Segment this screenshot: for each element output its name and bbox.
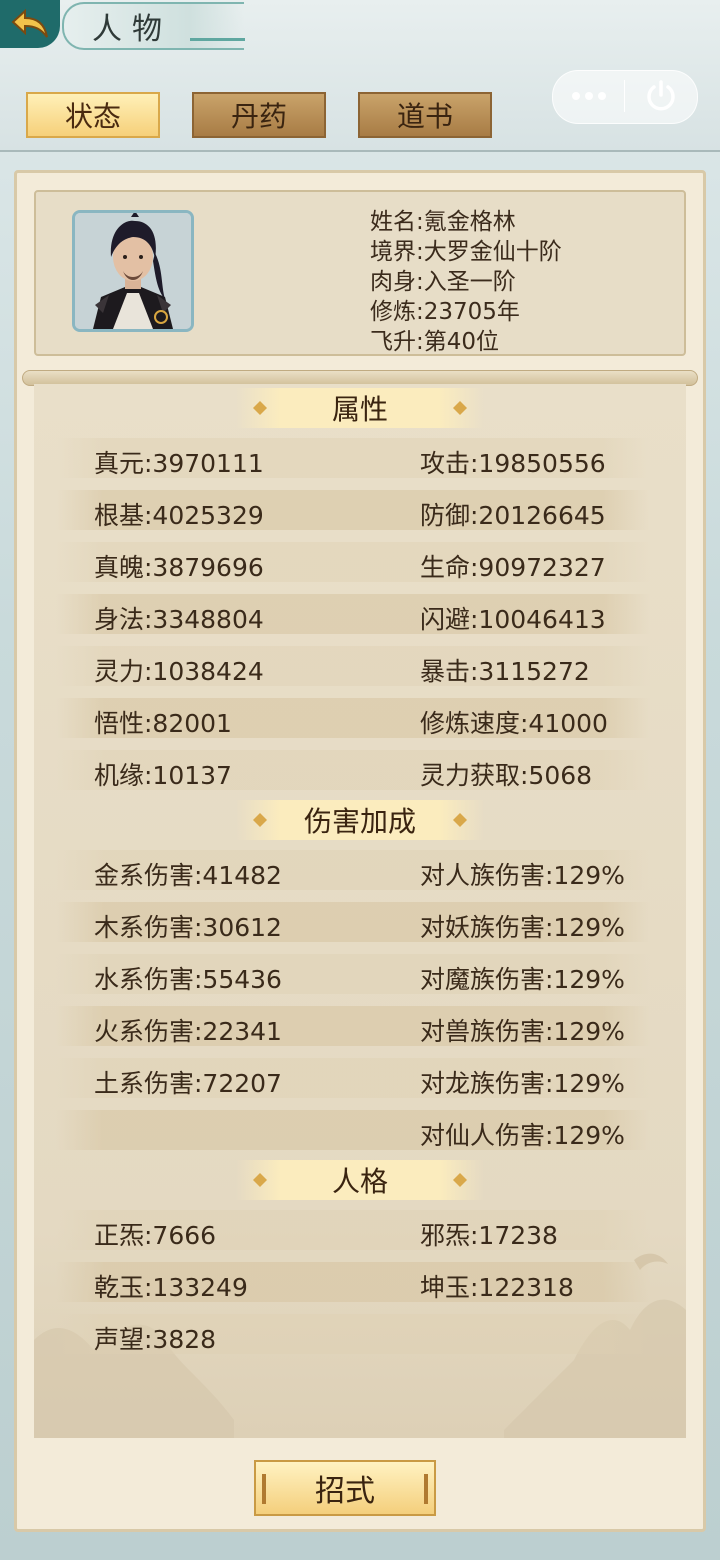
tab-pills[interactable]: 丹药: [192, 92, 326, 138]
title-decoration: [190, 38, 245, 41]
back-button[interactable]: [0, 0, 60, 48]
stat-left: 灵力:1038424: [94, 657, 264, 686]
section-personality-header: 人格: [236, 1160, 484, 1200]
stat-right: 对人族伤害:129%: [420, 861, 625, 890]
stat-left: 机缘:10137: [94, 761, 232, 790]
profile-name: 姓名:氪金格林: [370, 209, 516, 235]
capsule-divider: [624, 80, 625, 112]
back-arrow-icon: [11, 8, 48, 38]
stat-left: 木系伤害:30612: [94, 913, 282, 942]
stat-left: 身法:3348804: [94, 605, 264, 634]
stat-right: 闪避:10046413: [420, 605, 606, 634]
stat-right: 对兽族伤害:129%: [420, 1017, 625, 1046]
stat-left: 根基:4025329: [94, 501, 264, 530]
section-title: 人格: [331, 1165, 388, 1198]
stat-right: 暴击:3115272: [420, 657, 590, 686]
stat-right: 生命:90972327: [420, 553, 606, 582]
stat-left: 土系伤害:72207: [94, 1069, 282, 1098]
more-dots-icon: [572, 92, 606, 100]
stat-right: 坤玉:122318: [420, 1273, 574, 1302]
profile-cultivation: 修炼:23705年: [370, 299, 520, 325]
stat-left: 水系伤害:55436: [94, 965, 282, 994]
stat-right: 攻击:19850556: [420, 449, 606, 478]
header-divider: [0, 150, 720, 152]
stat-right: 邪炁:17238: [420, 1221, 558, 1250]
page-title: 人物: [92, 12, 172, 47]
profile-ascension: 飞升:第40位: [370, 329, 500, 355]
stat-left: 乾玉:133249: [94, 1273, 248, 1302]
stat-right: 对仙人伤害:129%: [420, 1121, 625, 1150]
stat-right: 对妖族伤害:129%: [420, 913, 625, 942]
power-icon: [647, 80, 675, 111]
stat-right: 对魔族伤害:129%: [420, 965, 625, 994]
section-attributes-header: 属性: [236, 388, 484, 428]
more-button[interactable]: [556, 72, 622, 120]
profile-body: 肉身:入圣一阶: [370, 269, 516, 295]
tab-status[interactable]: 状态: [26, 92, 160, 138]
diamond-ornament-icon: [453, 1173, 467, 1187]
skills-button-label: 招式: [315, 1474, 375, 1509]
stat-right: 防御:20126645: [420, 501, 606, 530]
button-ornament: [424, 1474, 428, 1504]
stat-left: 真元:3970111: [94, 449, 264, 478]
stat-left: 正炁:7666: [94, 1221, 217, 1250]
stat-left: 金系伤害:41482: [94, 861, 282, 890]
section-damage-header: 伤害加成: [236, 800, 484, 840]
profile-realm: 境界:大罗金仙十阶: [370, 239, 562, 265]
tab-books[interactable]: 道书: [358, 92, 492, 138]
diamond-ornament-icon: [453, 401, 467, 415]
skills-button[interactable]: 招式: [254, 1460, 436, 1516]
section-title: 伤害加成: [303, 805, 416, 838]
diamond-ornament-icon: [253, 813, 267, 827]
diamond-ornament-icon: [253, 1173, 267, 1187]
button-ornament: [262, 1474, 266, 1504]
stat-right: 修炼速度:41000: [420, 709, 608, 738]
close-button[interactable]: [628, 72, 694, 120]
stat-left: 声望:3828: [94, 1325, 217, 1354]
stat-left: 火系伤害:22341: [94, 1017, 282, 1046]
diamond-ornament-icon: [253, 401, 267, 415]
stat-left: 悟性:82001: [94, 709, 232, 738]
stat-right: 灵力获取:5068: [420, 761, 593, 790]
diamond-ornament-icon: [453, 813, 467, 827]
character-portrait-icon: [75, 213, 191, 329]
section-title: 属性: [331, 393, 388, 426]
stat-left: 真魄:3879696: [94, 553, 264, 582]
character-avatar[interactable]: [72, 210, 194, 332]
stat-right: 对龙族伤害:129%: [420, 1069, 625, 1098]
